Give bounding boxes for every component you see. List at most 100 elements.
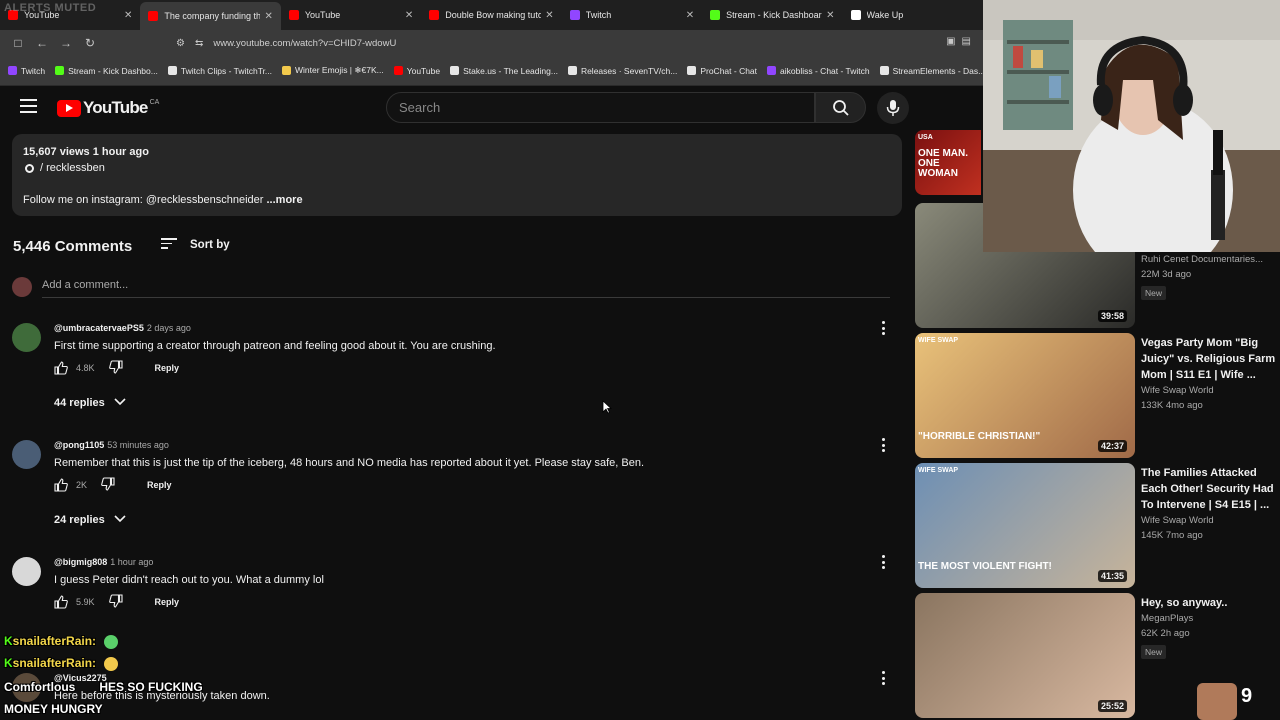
video-thumbnail[interactable]: USA ONE MAN. ONE WOMAN — [915, 130, 981, 195]
like-button[interactable] — [54, 595, 76, 609]
search-input[interactable] — [387, 93, 814, 122]
thumbs-down-icon — [108, 360, 123, 374]
url-field[interactable]: ⚙ ⇆ www.youtube.com/watch?v=CHID7-wdowU — [176, 34, 936, 52]
comment-text: Remember that this is just the tip of th… — [54, 457, 645, 469]
thumbnail-tag: USA — [918, 134, 933, 141]
video-channel[interactable]: Ruhi Cenet Documentaries... — [1141, 254, 1276, 265]
bookmark-item[interactable]: aikobliss - Chat - Twitch — [767, 66, 870, 76]
chat-username: snailafterRain: — [12, 634, 97, 649]
comment-header: @pong1105 53 minutes ago — [54, 440, 169, 450]
browser-tab[interactable]: The company funding the world✕ — [140, 2, 281, 30]
search-button[interactable] — [815, 92, 866, 123]
viewer-count: 9 — [1241, 685, 1253, 707]
browser-tab[interactable]: Twitch ✕ — [562, 0, 702, 30]
tab-close-icon[interactable]: ✕ — [545, 10, 553, 21]
chat-message: KsnailafterRain: — [4, 634, 120, 650]
dislike-button[interactable] — [108, 594, 131, 610]
commenter-avatar[interactable] — [12, 557, 41, 586]
video-description[interactable]: 15,607 views 1 hour ago / recklessben Fo… — [12, 134, 902, 216]
more-actions-icon[interactable] — [882, 555, 886, 572]
bookmark-item[interactable]: ProChat - Chat — [687, 66, 757, 76]
description-body: Follow me on instagram: @recklessbenschn… — [23, 194, 264, 206]
tab-close-icon[interactable]: ✕ — [264, 11, 272, 22]
browser-tab[interactable]: YouTube ✕ — [281, 0, 421, 30]
dislike-button[interactable] — [101, 477, 123, 493]
bookmark-label: Twitch — [21, 65, 46, 76]
replies-label: 24 replies — [54, 514, 105, 526]
video-thumbnail[interactable]: WIFE SWAP THE MOST VIOLENT FIGHT! 41:35 — [915, 463, 1135, 588]
reload-icon[interactable]: ↻ — [78, 36, 102, 50]
comment-author[interactable]: @bigmig808 — [54, 557, 107, 567]
video-title[interactable]: Vegas Party Mom "Big Juicy" vs. Religiou… — [1141, 335, 1276, 383]
reply-button[interactable]: Reply — [147, 480, 172, 490]
reply-button[interactable]: Reply — [155, 597, 180, 607]
bookmark-item[interactable]: Stake.us - The Leading... — [450, 66, 558, 76]
bookmark-item[interactable]: Twitch Clips - TwitchTr... — [167, 66, 272, 76]
site-info-icon[interactable]: ⚙ — [176, 38, 185, 49]
more-actions-icon[interactable] — [882, 321, 886, 338]
bookmark-item[interactable]: Twitch — [8, 66, 45, 76]
commenter-avatar[interactable] — [12, 323, 41, 352]
country-code: CA — [149, 98, 160, 106]
bookmark-item[interactable]: Stream - Kick Dashbo... — [55, 66, 158, 76]
tab-close-icon[interactable]: ✕ — [686, 10, 694, 21]
video-title[interactable]: The Families Attacked Each Other! Securi… — [1141, 465, 1276, 513]
video-thumbnail[interactable]: 25:52 — [915, 593, 1135, 718]
video-info[interactable]: Vegas Party Mom "Big Juicy" vs. Religiou… — [1141, 335, 1276, 411]
back-icon[interactable]: ← — [30, 36, 54, 50]
commenter-avatar[interactable] — [12, 440, 41, 469]
browser-tab[interactable]: Stream - Kick Dashboard ✕ — [702, 0, 842, 30]
bookmark-item[interactable]: YouTube — [393, 66, 440, 76]
bookmark-icon — [767, 66, 777, 75]
sort-by-button[interactable]: Sort by — [161, 238, 230, 252]
video-channel[interactable]: MeganPlays — [1141, 613, 1276, 624]
bookmark-item[interactable]: StreamElements - Das... — [879, 66, 985, 76]
video-channel[interactable]: Wife Swap World — [1141, 515, 1276, 526]
bookmark-item[interactable]: Releases · SevenTV/ch... — [567, 66, 677, 76]
voice-search-button[interactable] — [877, 92, 909, 124]
sidebar-toggle-icon[interactable]: □ — [6, 36, 30, 50]
video-stats: 22M 3d ago — [1141, 269, 1192, 280]
tab-close-icon[interactable]: ✕ — [405, 10, 413, 21]
browser-tab[interactable]: Wake Up — [843, 0, 983, 30]
tab-close-icon[interactable]: ✕ — [826, 10, 834, 21]
more-actions-icon[interactable] — [882, 671, 886, 688]
avatar — [12, 277, 32, 297]
view-replies-button[interactable]: 24 replies — [54, 514, 126, 526]
youtube-logo[interactable]: YouTube CA — [57, 98, 159, 118]
like-button[interactable] — [54, 478, 76, 492]
like-button[interactable] — [54, 361, 76, 375]
comment-actions: 5.9K Reply — [54, 594, 179, 610]
comment-text: I guess Peter didn't reach out to you. W… — [54, 574, 324, 586]
show-more-button[interactable]: ...more — [267, 194, 303, 206]
video-title[interactable]: Hey, so anyway.. — [1141, 595, 1276, 611]
browser-tab[interactable]: Double Bow making tutorial✕ — [421, 0, 561, 30]
permissions-icon[interactable]: ⇆ — [195, 38, 203, 49]
channel-link[interactable]: / recklessben — [25, 162, 105, 174]
view-replies-button[interactable]: 44 replies — [54, 397, 126, 409]
comment-author[interactable]: @pong1105 — [54, 440, 104, 450]
video-info[interactable]: Hey, so anyway.. MeganPlays 62K 2h ago New — [1141, 595, 1276, 660]
dislike-button[interactable] — [108, 360, 131, 376]
thumbs-down-icon — [101, 477, 115, 491]
tab-title: Twitch — [585, 10, 612, 20]
forward-icon[interactable]: → — [54, 36, 78, 50]
video-channel[interactable]: Wife Swap World — [1141, 385, 1276, 396]
bookmark-item[interactable]: Winter Emojis | ❄€7K... — [282, 65, 384, 76]
video-thumbnail[interactable]: WIFE SWAP "HORRIBLE CHRISTIAN!" 42:37 — [915, 333, 1135, 458]
comment-author[interactable]: @umbracatervaePS5 — [54, 323, 144, 333]
tab-close-icon[interactable]: ✕ — [124, 10, 132, 21]
reply-button[interactable]: Reply — [155, 363, 180, 373]
video-info[interactable]: Ruhi Cenet Documentaries... 22M 3d ago New — [1141, 252, 1276, 301]
youtube-header: YouTube CA — [0, 86, 983, 130]
microphone-icon — [886, 100, 900, 116]
more-actions-icon[interactable] — [882, 438, 886, 455]
thumbs-down-icon — [108, 594, 123, 608]
add-comment-input[interactable]: Add a comment... — [42, 279, 890, 298]
video-info[interactable]: The Families Attacked Each Other! Securi… — [1141, 465, 1276, 541]
new-badge: New — [1141, 286, 1167, 300]
tab-title: Double Bow making tutorial — [445, 10, 542, 20]
menu-icon[interactable] — [20, 99, 37, 117]
toolbar-icons[interactable]: ▣▤ — [946, 36, 977, 47]
bookmark-icon — [567, 66, 577, 75]
